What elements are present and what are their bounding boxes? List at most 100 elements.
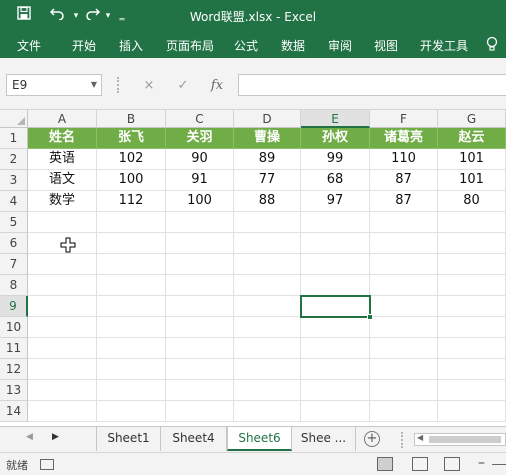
- cell-d4[interactable]: 88: [234, 191, 301, 212]
- cell-f10[interactable]: [370, 317, 438, 338]
- normal-view-icon[interactable]: [377, 457, 393, 471]
- tab-sheet1[interactable]: Sheet1: [96, 427, 161, 451]
- cell-g7[interactable]: [438, 254, 506, 275]
- cell-b1[interactable]: 张飞: [97, 128, 166, 149]
- cell-b4[interactable]: 112: [97, 191, 166, 212]
- tab-developer[interactable]: 开发工具: [420, 37, 468, 54]
- cell-f9[interactable]: [370, 296, 438, 317]
- cell-c8[interactable]: [166, 275, 234, 296]
- cell-g3[interactable]: 101: [438, 170, 506, 191]
- row-header-13[interactable]: 13: [0, 380, 28, 401]
- cell-c10[interactable]: [166, 317, 234, 338]
- cell-b3[interactable]: 100: [97, 170, 166, 191]
- cell-e4[interactable]: 97: [301, 191, 370, 212]
- enter-icon[interactable]: ✓: [173, 76, 193, 96]
- worksheet-grid[interactable]: A B C D E F G 1 2 3 4 5 6 7 8 9 10 11 12…: [0, 110, 506, 426]
- scroll-thumb[interactable]: [429, 436, 501, 443]
- cell-e6[interactable]: [301, 233, 370, 254]
- cell-f13[interactable]: [370, 380, 438, 401]
- prev-sheet-icon[interactable]: ◀: [26, 432, 33, 442]
- cell-e10[interactable]: [301, 317, 370, 338]
- tab-formulas[interactable]: 公式: [234, 37, 258, 54]
- cell-d1[interactable]: 曹操: [234, 128, 301, 149]
- cell-g6[interactable]: [438, 233, 506, 254]
- cell-d13[interactable]: [234, 380, 301, 401]
- scroll-left-icon[interactable]: ◀: [417, 433, 423, 442]
- cell-b8[interactable]: [97, 275, 166, 296]
- cell-f12[interactable]: [370, 359, 438, 380]
- cell-d2[interactable]: 89: [234, 149, 301, 170]
- cell-g8[interactable]: [438, 275, 506, 296]
- cell-c3[interactable]: 91: [166, 170, 234, 191]
- cell-d5[interactable]: [234, 212, 301, 233]
- column-header-d[interactable]: D: [234, 110, 301, 128]
- cell-g12[interactable]: [438, 359, 506, 380]
- cell-d14[interactable]: [234, 401, 301, 422]
- insert-function-icon[interactable]: fx: [207, 76, 227, 96]
- page-break-view-icon[interactable]: [444, 457, 460, 471]
- cell-e3[interactable]: 68: [301, 170, 370, 191]
- row-header-12[interactable]: 12: [0, 359, 28, 380]
- cancel-icon[interactable]: ×: [139, 76, 159, 96]
- cell-a1[interactable]: 姓名: [28, 128, 97, 149]
- cell-b14[interactable]: [97, 401, 166, 422]
- cell-b9[interactable]: [97, 296, 166, 317]
- tab-page-layout[interactable]: 页面布局: [166, 37, 214, 54]
- row-header-7[interactable]: 7: [0, 254, 28, 275]
- tab-file[interactable]: 文件: [17, 37, 41, 54]
- row-header-4[interactable]: 4: [0, 191, 28, 212]
- cell-d7[interactable]: [234, 254, 301, 275]
- cell-b7[interactable]: [97, 254, 166, 275]
- select-all-button[interactable]: [0, 110, 28, 128]
- tab-sheet4[interactable]: Sheet4: [161, 427, 227, 451]
- cell-g5[interactable]: [438, 212, 506, 233]
- cell-g10[interactable]: [438, 317, 506, 338]
- cell-d3[interactable]: 77: [234, 170, 301, 191]
- cell-e8[interactable]: [301, 275, 370, 296]
- cell-f2[interactable]: 110: [370, 149, 438, 170]
- cell-b13[interactable]: [97, 380, 166, 401]
- cell-f11[interactable]: [370, 338, 438, 359]
- column-header-f[interactable]: F: [370, 110, 438, 128]
- column-header-c[interactable]: C: [166, 110, 234, 128]
- tab-splitter[interactable]: [401, 432, 403, 448]
- cell-a12[interactable]: [28, 359, 97, 380]
- cell-b5[interactable]: [97, 212, 166, 233]
- row-header-14[interactable]: 14: [0, 401, 28, 422]
- cell-a2[interactable]: 英语: [28, 149, 97, 170]
- cell-g13[interactable]: [438, 380, 506, 401]
- cell-b11[interactable]: [97, 338, 166, 359]
- cell-g2[interactable]: 101: [438, 149, 506, 170]
- row-header-9[interactable]: 9: [0, 296, 28, 317]
- row-header-8[interactable]: 8: [0, 275, 28, 296]
- cell-d6[interactable]: [234, 233, 301, 254]
- lightbulb-icon[interactable]: [486, 36, 498, 55]
- cell-f3[interactable]: 87: [370, 170, 438, 191]
- cell-g1[interactable]: 赵云: [438, 128, 506, 149]
- cell-e5[interactable]: [301, 212, 370, 233]
- active-cell-selection[interactable]: [300, 295, 373, 320]
- cell-d11[interactable]: [234, 338, 301, 359]
- cell-e13[interactable]: [301, 380, 370, 401]
- cell-a11[interactable]: [28, 338, 97, 359]
- cell-c4[interactable]: 100: [166, 191, 234, 212]
- zoom-slider[interactable]: [492, 464, 506, 465]
- cell-c14[interactable]: [166, 401, 234, 422]
- formula-bar-splitter[interactable]: [117, 77, 119, 93]
- cell-c13[interactable]: [166, 380, 234, 401]
- cell-f6[interactable]: [370, 233, 438, 254]
- next-sheet-icon[interactable]: ▶: [52, 432, 59, 442]
- column-header-g[interactable]: G: [438, 110, 506, 128]
- cell-c6[interactable]: [166, 233, 234, 254]
- cell-e12[interactable]: [301, 359, 370, 380]
- tab-view[interactable]: 视图: [374, 37, 398, 54]
- cell-b12[interactable]: [97, 359, 166, 380]
- row-header-6[interactable]: 6: [0, 233, 28, 254]
- cell-b6[interactable]: [97, 233, 166, 254]
- cell-a3[interactable]: 语文: [28, 170, 97, 191]
- chevron-down-icon[interactable]: ▼: [91, 75, 97, 95]
- cell-e1[interactable]: 孙权: [301, 128, 370, 149]
- cell-c7[interactable]: [166, 254, 234, 275]
- cell-a13[interactable]: [28, 380, 97, 401]
- horizontal-scrollbar[interactable]: ◀: [414, 433, 506, 446]
